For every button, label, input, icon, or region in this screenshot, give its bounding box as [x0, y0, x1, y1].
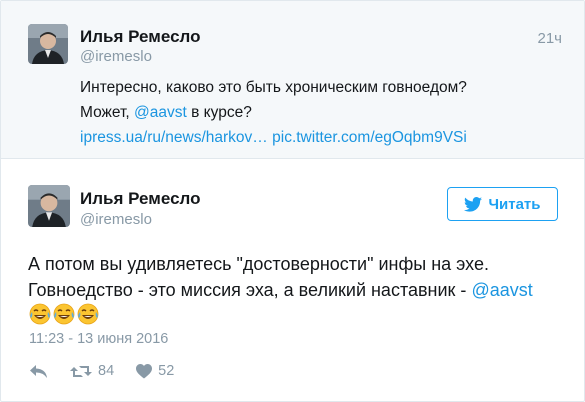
quoted-tweet[interactable]: Илья Ремесло @iremeslo 21ч Интересно, ка… [1, 1, 584, 159]
retweet-icon [70, 365, 92, 377]
reply-icon [30, 364, 47, 378]
tweet-actions: 84 52 [29, 363, 174, 379]
tweet-text: А потом вы удивляетесь "достоверности" и… [28, 251, 573, 303]
tweet-text-line: А потом вы удивляетесь "достоверности" и… [28, 254, 489, 274]
face-with-tears-of-joy-icon [53, 303, 75, 325]
like-button[interactable]: 52 [136, 363, 174, 379]
reply-button[interactable] [29, 364, 48, 379]
heart-icon [136, 363, 153, 378]
tweet-embed: Илья Ремесло @iremeslo 21ч Интересно, ка… [0, 0, 585, 402]
face-with-tears-of-joy-icon [77, 303, 99, 325]
quoted-links-line: ipress.ua/ru/news/harkov… pic.twitter.co… [80, 125, 560, 150]
pic-link[interactable]: pic.twitter.com/egOqbm9VSi [272, 129, 467, 146]
emoji-row [29, 303, 99, 325]
retweet-button[interactable]: 84 [70, 363, 114, 379]
follow-button-label: Читать [488, 195, 541, 213]
avatar[interactable] [28, 185, 70, 227]
quoted-author-name[interactable]: Илья Ремесло [80, 27, 200, 47]
mention-link[interactable]: @aavst [134, 104, 187, 121]
news-link[interactable]: ipress.ua/ru/news/harkov… [80, 129, 268, 146]
quoted-tweet-text: Интересно, каково это быть хроническим г… [80, 75, 560, 150]
quoted-author-handle[interactable]: @iremeslo [80, 48, 152, 65]
follow-button[interactable]: Читать [447, 187, 558, 221]
tweet-timestamp[interactable]: 11:23 - 13 июня 2016 [29, 331, 168, 347]
tweet-text-line: Говноедство - это миссия эха, а великий … [28, 277, 573, 303]
author-handle[interactable]: @iremeslo [80, 211, 152, 228]
mention-link[interactable]: @aavst [471, 280, 532, 300]
face-with-tears-of-joy-icon [29, 303, 51, 325]
twitter-bird-icon [464, 196, 483, 212]
tweet-text-fragment: Говноедство - это миссия эха, а великий … [28, 280, 467, 300]
like-count: 52 [158, 363, 175, 379]
quoted-text-fragment: в курсе? [191, 104, 252, 121]
avatar[interactable] [28, 24, 68, 64]
quoted-text-line: Интересно, каково это быть хроническим г… [80, 79, 467, 96]
quoted-text-fragment: Может, [80, 104, 130, 121]
retweet-count: 84 [98, 363, 115, 379]
author-name[interactable]: Илья Ремесло [80, 189, 200, 209]
quoted-timestamp[interactable]: 21ч [538, 30, 563, 47]
quoted-text-line: Может, @aavst в курсе? [80, 100, 560, 125]
